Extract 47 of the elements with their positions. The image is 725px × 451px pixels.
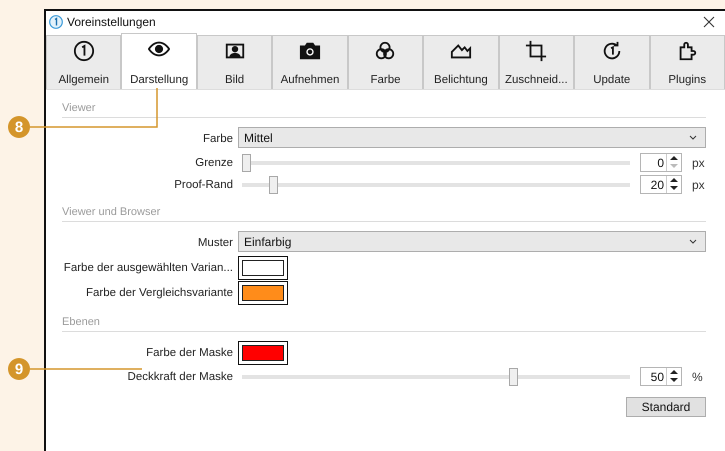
color-swatch[interactable] — [238, 341, 288, 365]
slider-thumb[interactable] — [268, 176, 278, 194]
unit-label: px — [692, 178, 706, 192]
chevron-down-icon — [689, 135, 697, 140]
tab[interactable]: Update — [574, 35, 650, 89]
update-icon — [600, 40, 623, 62]
number-field[interactable]: 0 — [640, 153, 682, 172]
field-label: Deckkraft der Maske — [128, 370, 233, 382]
section-title: Viewer und Browser — [62, 206, 160, 218]
section-title: Ebenen — [62, 316, 100, 328]
color-swatch[interactable] — [238, 256, 288, 280]
tab[interactable]: Zuschneid... — [498, 35, 574, 89]
close-icon[interactable] — [703, 16, 715, 28]
tab[interactable]: Plugins — [650, 35, 725, 89]
app-icon — [49, 15, 63, 29]
tab[interactable]: Aufnehmen — [272, 35, 348, 89]
callout-badge: 8 — [8, 116, 30, 138]
circles-icon — [374, 40, 396, 62]
circled-one-icon — [72, 40, 95, 62]
tab[interactable]: Darstellung — [121, 33, 197, 89]
tab[interactable]: Farbe — [348, 35, 424, 89]
callout-badge: 9 — [8, 358, 30, 380]
crop-icon — [525, 40, 548, 62]
standard-button[interactable]: Standard — [626, 397, 706, 417]
unit-label: px — [692, 156, 706, 170]
tab[interactable]: Allgemein — [46, 35, 122, 89]
field-label: Farbe der Vergleichsvariante — [86, 287, 233, 299]
slider-thumb[interactable] — [242, 154, 251, 172]
number-field[interactable]: 20 — [640, 175, 682, 194]
camera-icon — [299, 40, 322, 62]
unit-label: % — [692, 370, 704, 384]
slider-thumb[interactable] — [509, 368, 518, 386]
section-title: Viewer — [62, 102, 96, 114]
field-label: Farbe der ausgewählten Varian... — [64, 262, 233, 274]
field-label: Farbe der Maske — [146, 347, 233, 359]
chevron-down-icon — [689, 239, 697, 244]
window-title: Voreinstellungen — [67, 15, 157, 29]
field-label: Proof-Rand — [174, 178, 233, 190]
color-swatch[interactable] — [238, 281, 288, 305]
field-label: Farbe — [202, 133, 233, 145]
tab[interactable]: Bild — [196, 35, 272, 89]
tab[interactable]: Belichtung — [423, 35, 499, 89]
number-field[interactable]: 50 — [640, 367, 682, 386]
field-label: Grenze — [195, 156, 233, 168]
field-label: Muster — [198, 237, 233, 249]
dropdown[interactable]: Einfarbig — [238, 231, 706, 252]
dropdown[interactable]: Mittel — [238, 127, 706, 148]
